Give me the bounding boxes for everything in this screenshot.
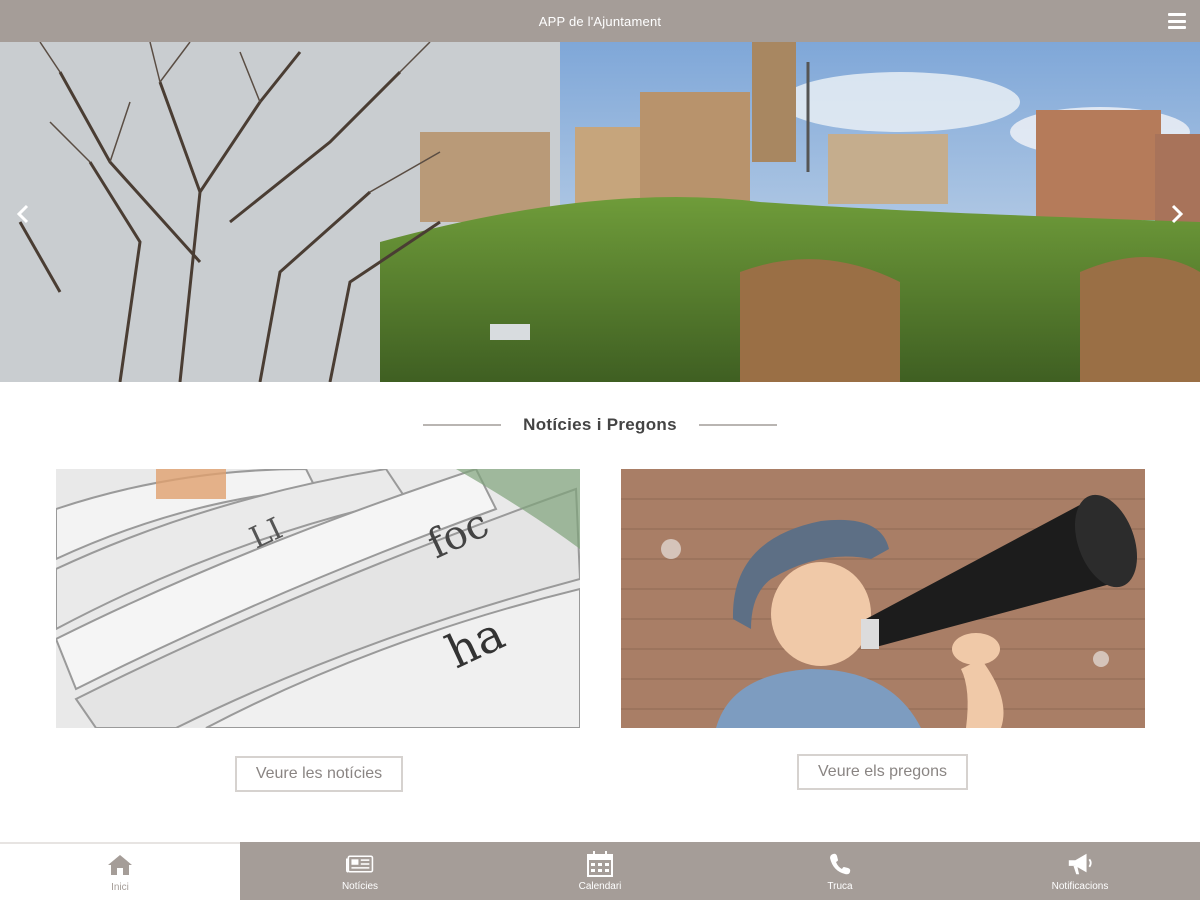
hero-slider[interactable] (0, 42, 1200, 382)
nav-label: Notícies (341, 880, 379, 892)
chevron-left-icon (16, 204, 29, 224)
child-megaphone-photo[interactable] (621, 469, 1145, 728)
nav-label: Truca (827, 880, 853, 892)
newspapers-photo[interactable]: foc ha LI (56, 469, 580, 728)
nav-item-notificacions[interactable]: Notificacions (960, 842, 1200, 900)
news-card: foc ha LI Veure les notícies (56, 469, 580, 792)
newspaper-icon (346, 851, 374, 877)
app-header: APP de l'Ajuntament (0, 0, 1200, 42)
phone-icon (826, 851, 854, 877)
nav-label: Notificacions (1051, 880, 1109, 892)
hamburger-menu-icon[interactable] (1168, 13, 1186, 29)
nav-item-inici[interactable]: Inici (0, 842, 240, 900)
nav-label: Inici (111, 881, 129, 893)
calendar-icon (586, 850, 614, 877)
slider-next-button[interactable] (1166, 202, 1188, 226)
nav-item-truca[interactable]: Truca (720, 842, 960, 900)
nav-item-noticies[interactable]: Notícies (240, 842, 480, 900)
megaphone-icon (1066, 851, 1094, 877)
bottom-navigation: Inici Notícies Calendari Truca Notificac… (0, 842, 1200, 900)
nav-label: Calendari (578, 880, 622, 892)
town-landscape-photo (0, 42, 1200, 382)
app-title: APP de l'Ajuntament (538, 13, 662, 29)
chevron-right-icon (1171, 204, 1184, 224)
view-pregons-button[interactable]: Veure els pregons (797, 754, 968, 790)
section-heading: Notícies i Pregons (0, 410, 1200, 440)
heading-divider-left (423, 424, 502, 426)
section-title: Notícies i Pregons (523, 415, 677, 434)
slider-prev-button[interactable] (12, 202, 34, 226)
heading-divider-right (698, 424, 777, 426)
nav-item-calendari[interactable]: Calendari (480, 842, 720, 900)
view-news-button[interactable]: Veure les notícies (235, 756, 403, 792)
home-icon (106, 852, 134, 878)
pregons-card: Veure els pregons (621, 469, 1145, 790)
